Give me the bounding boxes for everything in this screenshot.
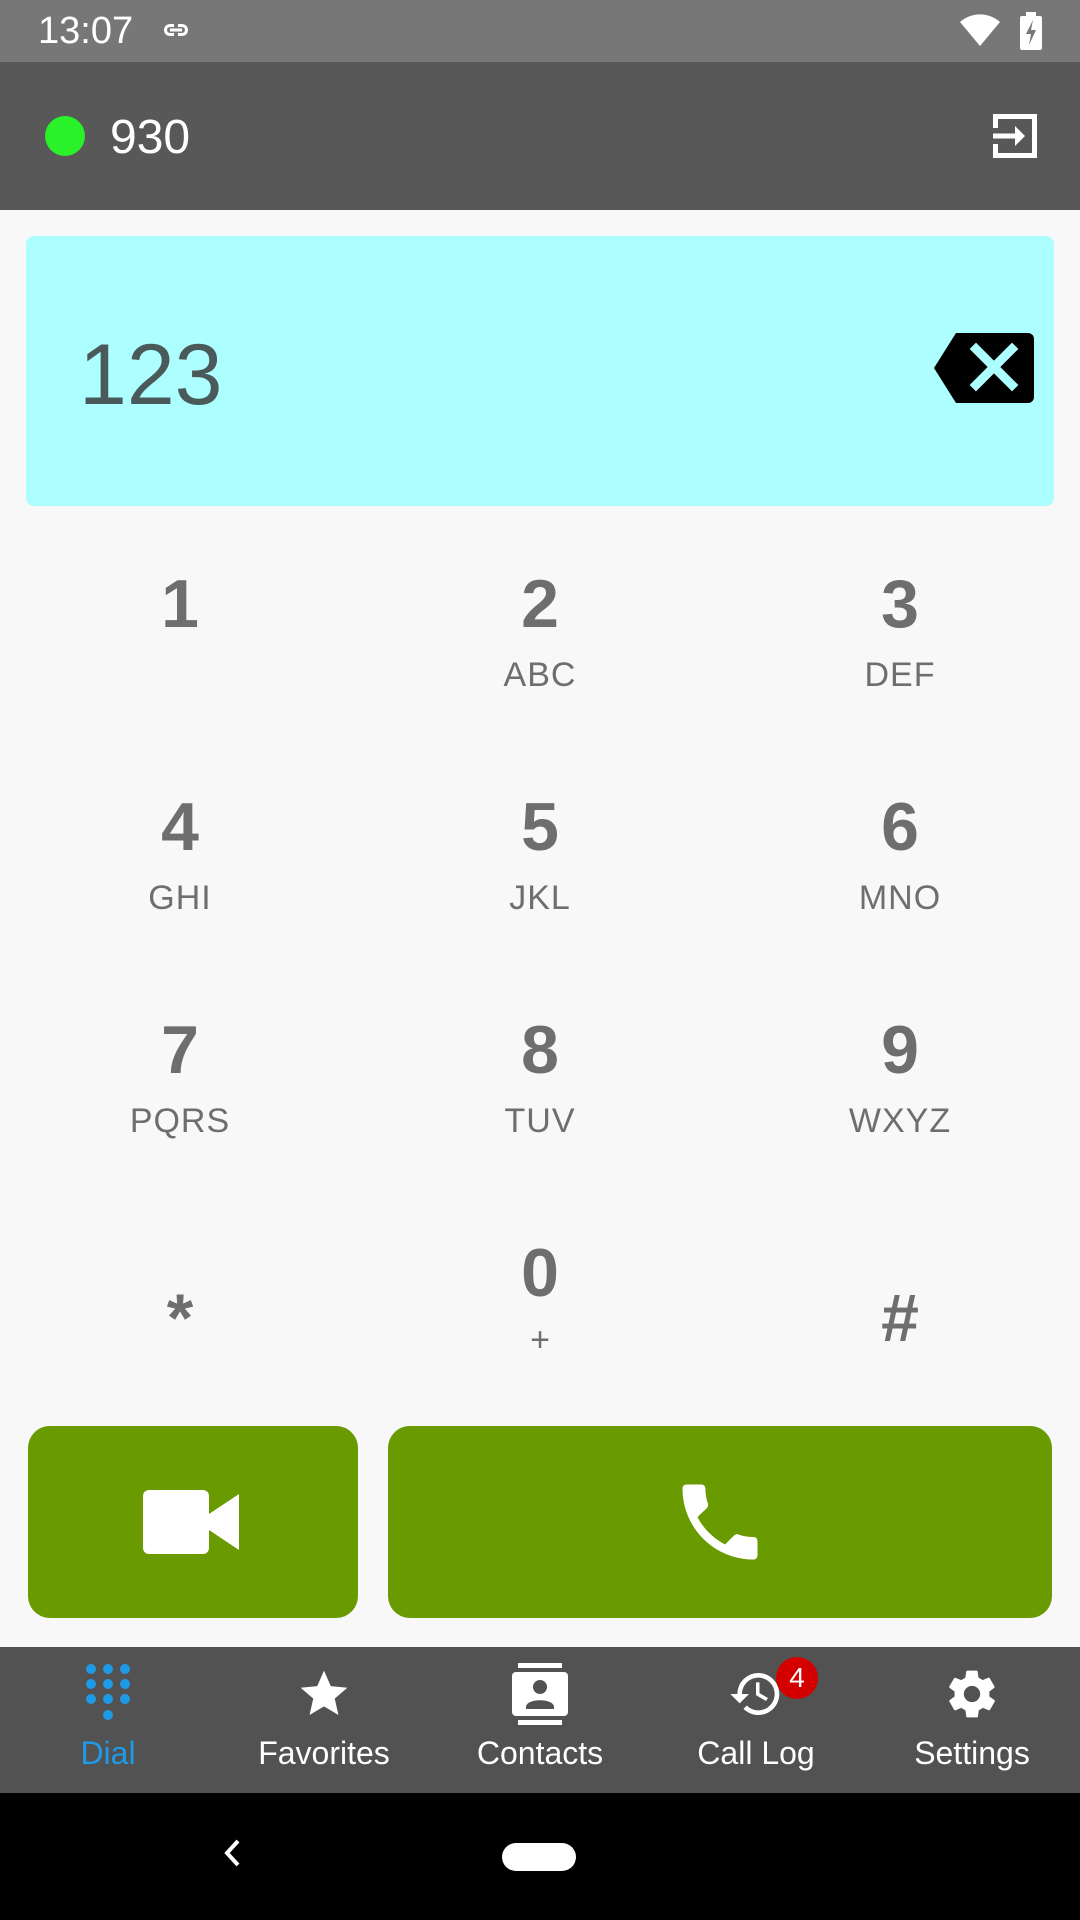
account-label: 930 bbox=[110, 111, 191, 164]
key-0[interactable]: 0 + bbox=[390, 1209, 690, 1409]
call-log-badge: 4 bbox=[776, 1657, 818, 1699]
nav-label: Settings bbox=[914, 1735, 1030, 1771]
history-icon: 4 bbox=[726, 1657, 818, 1725]
key-4[interactable]: 4 GHI bbox=[30, 763, 330, 963]
key-letters: + bbox=[530, 1321, 550, 1359]
key-hash[interactable]: # bbox=[750, 1209, 1050, 1409]
dialpad-icon bbox=[84, 1663, 132, 1725]
key-letters: GHI bbox=[148, 879, 212, 917]
nav-settings[interactable]: Settings bbox=[864, 1647, 1080, 1793]
system-nav-bar bbox=[0, 1793, 1080, 1920]
key-9[interactable]: 9 WXYZ bbox=[750, 986, 1050, 1186]
keypad: 1 2 ABC 3 DEF 4 GHI 5 JKL 6 MNO 7 PQRS 8… bbox=[0, 540, 1080, 1400]
presence-indicator bbox=[45, 116, 85, 156]
logout-icon bbox=[993, 114, 1037, 158]
nav-label: Dial bbox=[80, 1735, 136, 1771]
key-letters: DEF bbox=[864, 656, 936, 694]
backspace-button[interactable] bbox=[932, 331, 1036, 405]
key-digit: 7 bbox=[161, 1012, 199, 1088]
nav-label: Favorites bbox=[258, 1735, 390, 1771]
voice-call-button[interactable] bbox=[388, 1426, 1052, 1618]
backspace-icon bbox=[934, 333, 1034, 403]
logout-button[interactable] bbox=[985, 106, 1045, 166]
link-icon bbox=[160, 18, 192, 47]
nav-contacts[interactable]: Contacts bbox=[432, 1647, 648, 1793]
dial-number-display[interactable]: 123 bbox=[26, 236, 1054, 506]
key-3[interactable]: 3 DEF bbox=[750, 540, 1050, 740]
status-bar: 13:07 bbox=[0, 0, 1080, 62]
key-2[interactable]: 2 ABC bbox=[390, 540, 690, 740]
nav-label: Call Log bbox=[697, 1735, 815, 1771]
key-digit: 5 bbox=[521, 789, 559, 865]
key-digit: 8 bbox=[521, 1012, 559, 1088]
nav-dial[interactable]: Dial bbox=[0, 1647, 216, 1793]
key-digit: * bbox=[166, 1280, 194, 1356]
key-digit: 2 bbox=[521, 566, 559, 642]
key-7[interactable]: 7 PQRS bbox=[30, 986, 330, 1186]
app-bar: 930 bbox=[0, 62, 1080, 210]
star-icon bbox=[295, 1663, 353, 1725]
home-icon[interactable] bbox=[502, 1843, 576, 1871]
key-digit: 0 bbox=[521, 1235, 559, 1311]
back-icon[interactable] bbox=[220, 1833, 244, 1878]
key-letters: ABC bbox=[503, 656, 577, 694]
contacts-icon bbox=[512, 1663, 568, 1725]
key-digit: 3 bbox=[881, 566, 919, 642]
key-digit: 4 bbox=[161, 789, 199, 865]
key-digit: 1 bbox=[161, 566, 199, 642]
status-time: 13:07 bbox=[38, 10, 134, 52]
key-1[interactable]: 1 bbox=[30, 540, 330, 740]
key-letters: WXYZ bbox=[848, 1102, 952, 1140]
key-letters: JKL bbox=[509, 879, 571, 917]
key-letters: TUV bbox=[504, 1102, 576, 1140]
bottom-nav: Dial Favorites Contacts 4 Call Log Setti… bbox=[0, 1647, 1080, 1793]
wifi-icon bbox=[958, 12, 1002, 53]
nav-favorites[interactable]: Favorites bbox=[216, 1647, 432, 1793]
key-8[interactable]: 8 TUV bbox=[390, 986, 690, 1186]
nav-label: Contacts bbox=[476, 1735, 604, 1771]
key-star[interactable]: * bbox=[30, 1209, 330, 1409]
battery-charging-icon bbox=[1020, 12, 1042, 55]
nav-call-log[interactable]: 4 Call Log bbox=[648, 1647, 864, 1793]
gear-icon bbox=[944, 1663, 1000, 1725]
key-digit: 9 bbox=[881, 1012, 919, 1088]
phone-icon bbox=[682, 1484, 758, 1560]
video-call-button[interactable] bbox=[28, 1426, 358, 1618]
key-digit: 6 bbox=[881, 789, 919, 865]
video-camera-icon bbox=[143, 1490, 239, 1554]
dialed-number: 123 bbox=[79, 327, 223, 423]
key-letters: MNO bbox=[858, 879, 942, 917]
key-letters: PQRS bbox=[129, 1102, 231, 1140]
key-5[interactable]: 5 JKL bbox=[390, 763, 690, 963]
key-6[interactable]: 6 MNO bbox=[750, 763, 1050, 963]
key-digit: # bbox=[881, 1280, 919, 1356]
